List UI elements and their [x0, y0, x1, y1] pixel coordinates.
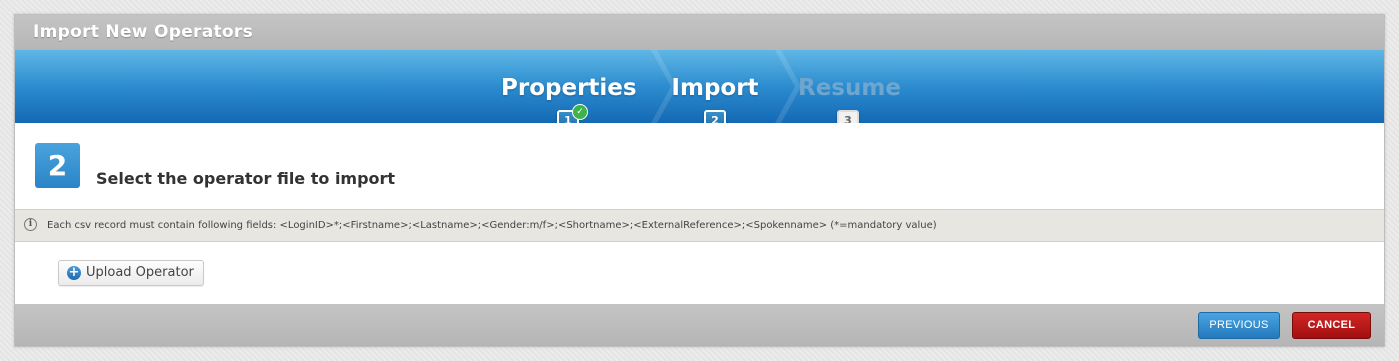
step-number-badge: 3 — [837, 110, 859, 123]
step-number-badge: 2 — [704, 110, 726, 123]
step-label: Properties — [501, 75, 637, 101]
upload-operator-button[interactable]: + Upload Operator — [58, 260, 204, 286]
wizard-step-resume: Resume 3 — [798, 50, 901, 123]
wizard-step-properties[interactable]: Properties 1 ✓ — [501, 50, 637, 123]
info-text: Each csv record must contain following f… — [47, 220, 937, 231]
dialog-title: Import New Operators — [15, 15, 1384, 50]
step-number: 2 — [35, 143, 80, 188]
previous-button[interactable]: PREVIOUS — [1198, 312, 1280, 339]
plus-icon: + — [67, 265, 81, 280]
cancel-button[interactable]: CANCEL — [1292, 312, 1371, 339]
wizard-step-import[interactable]: Import 2 — [665, 50, 765, 123]
step-heading: Select the operator file to import — [96, 169, 396, 188]
step-label: Import — [671, 75, 759, 101]
info-icon: i — [24, 218, 37, 231]
info-bar: i Each csv record must contain following… — [15, 209, 1384, 242]
step-header: 2 Select the operator file to import — [15, 123, 1384, 209]
import-operators-dialog: Import New Operators Properties 1 ✓ Impo… — [14, 14, 1385, 347]
step-label: Resume — [798, 75, 901, 101]
upload-button-label: Upload Operator — [86, 265, 194, 280]
check-icon: ✓ — [572, 104, 588, 120]
upload-area: + Upload Operator — [15, 242, 1384, 305]
wizard-steps: Properties 1 ✓ Import 2 Resume 3 — [15, 50, 1384, 123]
dialog-footer: PREVIOUS CANCEL — [15, 304, 1384, 346]
